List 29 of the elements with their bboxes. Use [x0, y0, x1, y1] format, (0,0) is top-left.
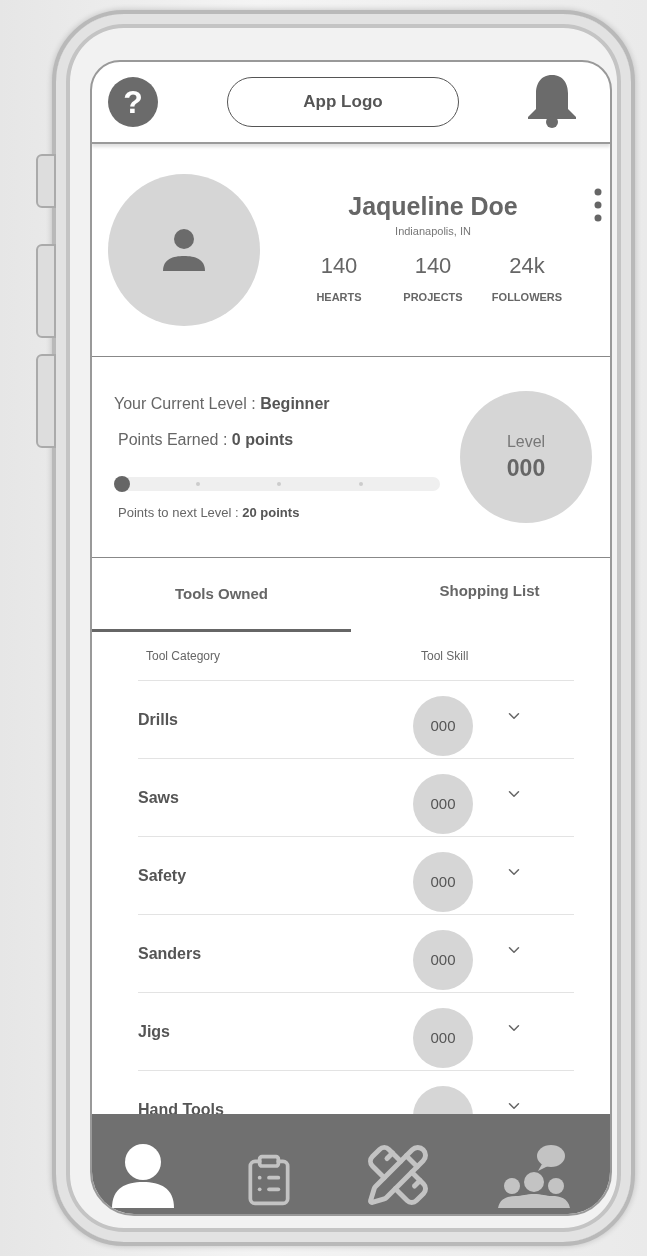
stat-value: 140	[414, 252, 452, 279]
help-button[interactable]: ?	[108, 77, 158, 127]
stat-label: PROJECTS	[403, 290, 463, 303]
tab[interactable]: Shopping List	[369, 558, 610, 632]
skill-badge: 000	[413, 773, 473, 834]
column-header: Tool Category	[145, 649, 222, 663]
tool-category: Drills	[138, 710, 179, 729]
skill-badge: 000	[413, 929, 473, 990]
tool-category: Saws	[138, 788, 180, 807]
tool-category: Jigs	[138, 1022, 171, 1041]
stat-label: HEARTS	[316, 290, 362, 303]
profile-name: Jaqueline Doe	[348, 191, 518, 221]
column-header: Tool Skill	[421, 649, 470, 663]
tab[interactable]: Tools Owned	[92, 558, 351, 632]
stat-value: 24k	[509, 252, 545, 279]
level-badge-label: Level	[506, 432, 546, 451]
tool-category: Safety	[138, 866, 188, 885]
skill-badge: 000	[413, 695, 473, 756]
points-to-next-text: Points to next Level : 20 points	[118, 504, 300, 520]
app-logo: App Logo	[227, 77, 459, 127]
skill-badge: 000	[413, 1007, 473, 1068]
points-earned-text: Points Earned : 0 points	[118, 430, 294, 448]
skill-badge: 000	[413, 851, 473, 912]
stat-value: 140	[320, 252, 358, 279]
tool-category: Sanders	[138, 944, 203, 963]
profile-location: Indianapolis, IN	[395, 224, 471, 237]
level-badge-value: 000	[506, 454, 546, 482]
current-level-text: Your Current Level : Beginner	[114, 394, 330, 412]
stat-label: FOLLOWERS	[491, 290, 563, 303]
